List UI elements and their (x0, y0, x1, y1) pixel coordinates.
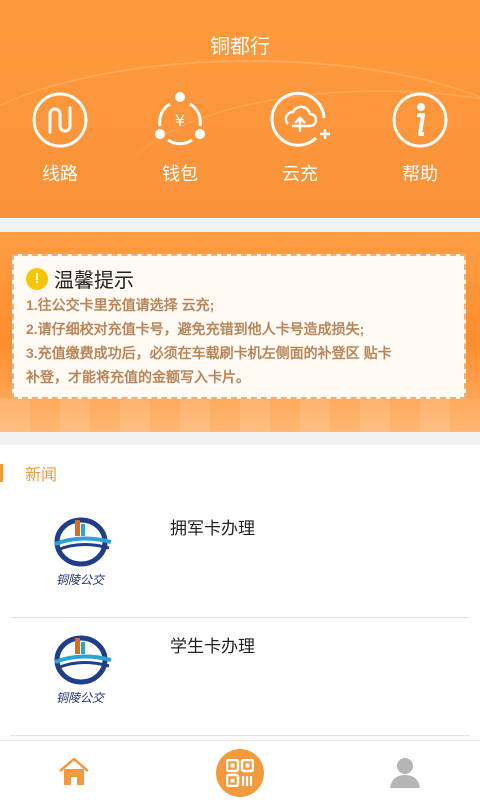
notice-line: 1.往公交卡里充值请选择 云充; (26, 297, 215, 313)
home-icon[interactable] (58, 757, 90, 787)
news-item[interactable]: 铜陵公交 拥军卡办理 (10, 500, 470, 618)
news-item[interactable]: 铜陵公交 学生卡办理 (10, 618, 470, 736)
bottom-tab-bar (0, 740, 480, 800)
qr-scan-icon (226, 759, 254, 787)
news-header: 新闻 (0, 445, 480, 500)
menu-item-help[interactable]: 帮助 (370, 88, 470, 188)
menu-item-route[interactable]: 线路 (10, 88, 110, 188)
bus-company-logo: 铜陵公交 (54, 517, 112, 587)
notice-line: 3.充值缴费成功后，必须在车载刷卡机左侧面的补登区 贴卡 (26, 345, 392, 361)
wallet-icon: ¥ (155, 92, 205, 146)
svg-text:铜陵公交: 铜陵公交 (56, 691, 106, 705)
notice-card: ! 温馨提示 1.往公交卡里充值请选择 云充; 2.请仔细校对充值卡号，避免充错… (12, 254, 466, 399)
app-title: 铜都行 (210, 36, 270, 58)
news-section: 新闻 铜陵公交 拥军卡办理 铜陵公交 学生卡办理 (0, 445, 480, 740)
help-icon (392, 92, 448, 148)
menu-label-help: 帮助 (402, 164, 438, 184)
banner-decoration (0, 398, 480, 432)
notice-banner: ! 温馨提示 1.往公交卡里充值请选择 云充; 2.请仔细校对充值卡号，避免充错… (0, 232, 480, 432)
notice-header: ! 温馨提示 (26, 264, 452, 293)
news-title: 拥军卡办理 (170, 519, 255, 538)
menu-label-route: 线路 (42, 164, 78, 184)
svg-text:¥: ¥ (175, 111, 185, 130)
news-title: 学生卡办理 (170, 637, 255, 656)
menu-item-cloud-recharge[interactable]: 云充 (250, 88, 350, 188)
quick-menu: 线路 ¥ 钱包 云充 帮助 (0, 88, 480, 188)
news-heading: 新闻 (25, 466, 58, 484)
qr-scan-button[interactable] (216, 749, 264, 797)
exclamation-icon: ! (26, 267, 48, 290)
notice-line: 补登，才能将充值的金额写入卡片。 (26, 369, 250, 385)
cloud-recharge-icon (270, 91, 330, 147)
route-icon (32, 92, 88, 148)
menu-item-wallet[interactable]: ¥ 钱包 (130, 88, 230, 188)
section-indicator (0, 463, 3, 482)
bus-company-logo: 铜陵公交 (54, 635, 112, 705)
notice-title: 温馨提示 (54, 270, 134, 292)
svg-text:铜陵公交: 铜陵公交 (56, 573, 106, 587)
notice-line: 2.请仔细校对充值卡号，避免充错到他人卡号造成损失; (26, 321, 365, 337)
app-header: 铜都行 线路 ¥ 钱包 云充 帮助 (0, 0, 480, 218)
menu-label-cloud-recharge: 云充 (282, 164, 318, 184)
menu-label-wallet: 钱包 (162, 164, 198, 184)
user-icon[interactable] (388, 755, 422, 789)
